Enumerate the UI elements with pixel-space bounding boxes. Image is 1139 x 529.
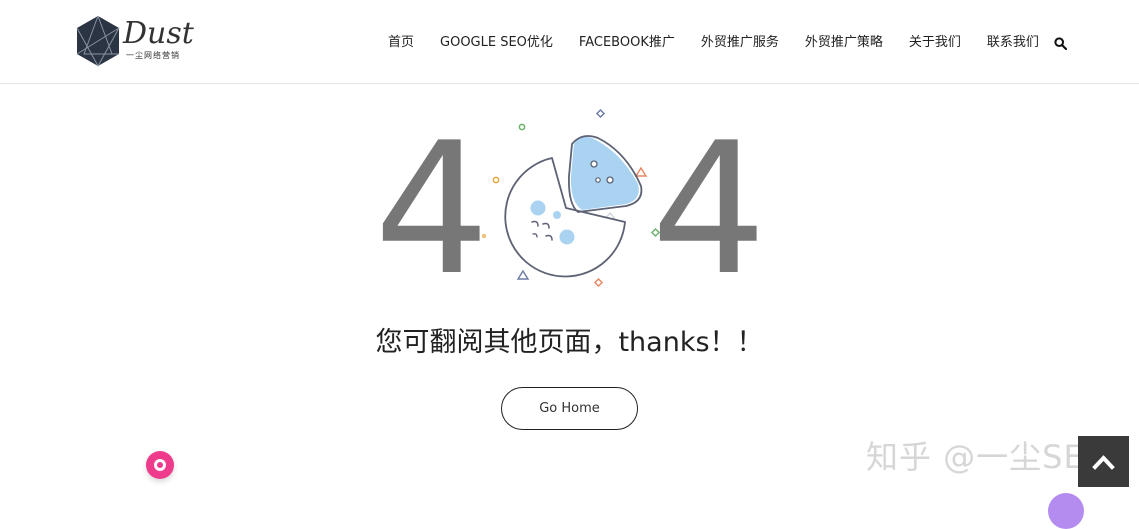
chevron-up-icon xyxy=(1092,455,1115,470)
nav-item-trade-promotion-service[interactable]: 外贸推广服务 xyxy=(701,34,779,52)
nav-item-contact[interactable]: 联系我们 xyxy=(987,34,1039,52)
logo-tagline: 一尘网络营销 xyxy=(126,51,180,60)
main-nav: 首页 GOOGLE SEO优化 FACEBOOK推广 外贸推广服务 外贸推广策略… xyxy=(388,34,1065,52)
floating-assistant-icon[interactable] xyxy=(1048,493,1084,529)
chat-bubble-dot xyxy=(157,462,163,468)
error-message: 您可翻阅其他页面，thanks！！ xyxy=(375,327,764,358)
site-logo[interactable]: Dust 一尘网络营销 xyxy=(74,14,198,68)
site-header: Dust 一尘网络营销 首页 GOOGLE SEO优化 FACEBOOK推广 外… xyxy=(0,0,1139,84)
error-digit-right: 4 xyxy=(651,103,767,315)
pie-chart-zero-icon xyxy=(481,108,661,288)
nav-item-trade-promotion-strategy[interactable]: 外贸推广策略 xyxy=(805,34,883,52)
error-digit-left: 4 xyxy=(374,103,490,315)
nav-item-about[interactable]: 关于我们 xyxy=(909,34,961,52)
nav-item-google-seo[interactable]: GOOGLE SEO优化 xyxy=(440,34,553,52)
watermark-text: 知乎 @一尘SEO xyxy=(866,438,1111,476)
search-icon[interactable] xyxy=(1054,37,1067,50)
back-to-top-button[interactable] xyxy=(1078,436,1129,487)
nav-item-home[interactable]: 首页 xyxy=(388,34,414,52)
logo-wordmark: Dust xyxy=(123,16,194,51)
logo-hexagon-icon xyxy=(76,15,120,68)
go-home-button[interactable]: Go Home xyxy=(501,387,638,430)
chat-bubble-icon[interactable] xyxy=(146,451,174,479)
nav-item-facebook[interactable]: FACEBOOK推广 xyxy=(579,34,675,52)
